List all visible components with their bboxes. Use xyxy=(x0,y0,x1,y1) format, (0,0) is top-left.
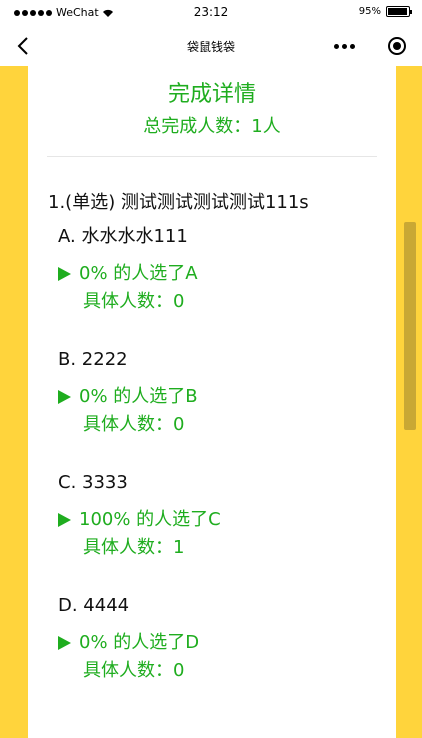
battery-fill xyxy=(388,8,407,15)
option-label: C. 3333 xyxy=(58,472,128,493)
detail-card: 完成详情 总完成人数：1人 1.(单选) 测试测试测试测试111s A. 水水水… xyxy=(28,66,396,738)
nav-bar: 袋鼠钱袋 xyxy=(0,26,422,66)
option-count: 具体人数：0 xyxy=(83,660,185,681)
page-title: 完成详情 xyxy=(167,82,256,107)
option-stat-text: 0% 的人选了B xyxy=(79,386,198,407)
option-item: A. 水水水水111 0% 的人选了A 具体人数：0 xyxy=(28,225,396,314)
options-list: A. 水水水水111 0% 的人选了A 具体人数：0 B. 2222 0% 的人… xyxy=(28,225,396,683)
option-count: 具体人数：1 xyxy=(83,537,185,558)
option-count: 具体人数：0 xyxy=(83,414,185,435)
capsule-menu xyxy=(320,32,410,60)
option-label: B. 2222 xyxy=(58,349,128,370)
battery-icon xyxy=(386,6,412,17)
option-stat: 0% 的人选了D xyxy=(58,631,396,655)
status-right: 95% xyxy=(358,6,412,17)
option-item: D. 4444 0% 的人选了D 具体人数：0 xyxy=(28,594,396,683)
header: 完成详情 总完成人数：1人 xyxy=(28,66,396,139)
close-icon[interactable] xyxy=(388,37,406,55)
option-item: C. 3333 100% 的人选了C 具体人数：1 xyxy=(28,471,396,560)
battery-percent: 95% xyxy=(358,6,381,17)
option-count: 具体人数：0 xyxy=(83,291,185,312)
play-icon xyxy=(58,636,71,650)
play-icon xyxy=(58,390,71,404)
option-stat: 0% 的人选了B xyxy=(58,385,396,409)
option-stat: 0% 的人选了A xyxy=(58,262,396,286)
status-bar: WeChat 23:12 95% xyxy=(0,0,422,26)
option-label: A. 水水水水111 xyxy=(58,226,188,247)
option-stat: 100% 的人选了C xyxy=(58,508,396,532)
option-stat-text: 100% 的人选了C xyxy=(79,509,221,530)
scrollbar-thumb[interactable] xyxy=(404,222,416,430)
content-frame: 完成详情 总完成人数：1人 1.(单选) 测试测试测试测试111s A. 水水水… xyxy=(0,66,422,738)
option-label: D. 4444 xyxy=(58,595,130,616)
question-text: 1.(单选) 测试测试测试测试111s xyxy=(48,192,309,213)
option-stat-text: 0% 的人选了D xyxy=(79,632,200,653)
option-stat-text: 0% 的人选了A xyxy=(79,263,198,284)
total-count: 总完成人数：1人 xyxy=(143,116,281,137)
more-icon[interactable] xyxy=(334,43,355,49)
play-icon xyxy=(58,267,71,281)
play-icon xyxy=(58,513,71,527)
option-item: B. 2222 0% 的人选了B 具体人数：0 xyxy=(28,348,396,437)
